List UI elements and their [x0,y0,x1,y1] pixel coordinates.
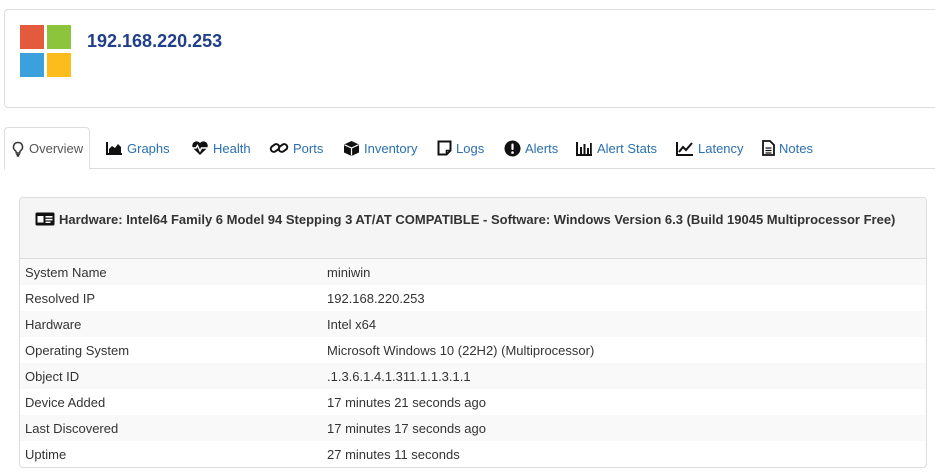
tab-notes[interactable]: Notes [762,127,813,169]
table-row: Uptime 27 minutes 11 seconds [20,441,926,467]
tab-alert-stats-label: Alert Stats [597,140,657,156]
overview-table: System Name miniwin Resolved IP 192.168.… [20,259,926,467]
row-label: Resolved IP [25,290,96,306]
link-icon [269,140,289,156]
table-row: Last Discovered 17 minutes 17 seconds ag… [20,415,926,441]
row-value: Intel x64 [327,311,926,337]
table-row: Device Added 17 minutes 21 seconds ago [20,389,926,415]
tab-latency[interactable]: Latency [676,127,744,169]
tab-ports-label: Ports [293,140,324,156]
row-value: 17 minutes 17 seconds ago [327,415,926,441]
row-value: miniwin [327,259,926,285]
row-label: System Name [20,259,327,285]
tab-overview[interactable]: Overview [4,127,91,170]
file-text-icon [762,140,775,156]
device-title[interactable]: 192.168.220.253 [87,31,222,52]
row-value: 17 minutes 21 seconds ago [327,394,486,410]
row-label: Hardware [20,311,327,337]
bar-chart-icon [576,141,593,156]
tab-latency-label: Latency [698,140,744,156]
table-row: Resolved IP 192.168.220.253 [20,285,926,311]
tab-graphs-label: Graphs [127,140,170,156]
table-row: Operating System Microsoft Windows 10 (2… [20,337,926,363]
table-row: Hardware Intel x64 [20,311,926,337]
row-label: Last Discovered [20,415,327,441]
tab-health[interactable]: Health [191,127,251,169]
row-value: Microsoft Windows 10 (22H2) (Multiproces… [327,342,595,358]
row-label: Device Added [25,394,106,410]
tab-inventory[interactable]: Inventory [343,127,417,169]
tab-notes-label: Notes [779,140,813,156]
cube-icon [343,140,360,157]
table-row: System Name miniwin [20,259,926,285]
tab-alerts[interactable]: Alerts [504,127,558,169]
row-value: 192.168.220.253 [327,290,425,306]
id-card-icon [35,211,55,232]
note-icon [437,140,452,156]
windows-logo-icon [20,25,71,77]
tab-alerts-label: Alerts [525,140,559,156]
tab-inventory-label: Inventory [364,140,418,156]
row-label: Uptime [25,446,67,462]
tab-overview-label: Overview [29,141,84,156]
panel-heading: Hardware: Intel64 Family 6 Model 94 Step… [20,198,926,259]
row-label: Object ID [20,363,327,389]
device-header: 192.168.220.253 [4,9,935,108]
row-value: 27 minutes 11 seconds [327,446,460,462]
lightbulb-icon [11,141,25,157]
area-chart-icon [106,141,123,155]
table-row: Object ID .1.3.6.1.4.1.311.1.1.3.1.1 [20,363,926,389]
row-label: Operating System [25,342,130,358]
tab-graphs[interactable]: Graphs [106,127,170,169]
tab-health-label: Health [213,140,251,156]
tab-logs[interactable]: Logs [437,127,484,169]
heartbeat-icon [191,140,209,156]
line-chart-icon [676,141,694,156]
row-value: .1.3.6.1.4.1.311.1.1.3.1.1 [327,363,926,389]
device-tabs: Overview Graphs Health Ports Inventory L… [4,127,935,170]
overview-panel: Hardware: Intel64 Family 6 Model 94 Step… [19,197,927,468]
tab-ports[interactable]: Ports [269,127,323,169]
tab-logs-label: Logs [456,140,485,156]
exclamation-circle-icon [504,140,521,157]
tab-alert-stats[interactable]: Alert Stats [576,127,657,169]
hardware-software-heading: Hardware: Intel64 Family 6 Model 94 Step… [59,212,896,227]
